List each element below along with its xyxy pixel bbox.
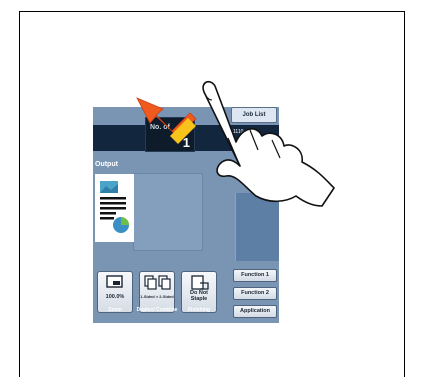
gesture-overlay — [136, 80, 335, 207]
flick-arrow-icon — [136, 97, 197, 144]
hand-pointing-icon — [202, 80, 335, 207]
illustration-page: No. of 1 Job List 1110 ◆ ■ Output — [0, 0, 422, 378]
